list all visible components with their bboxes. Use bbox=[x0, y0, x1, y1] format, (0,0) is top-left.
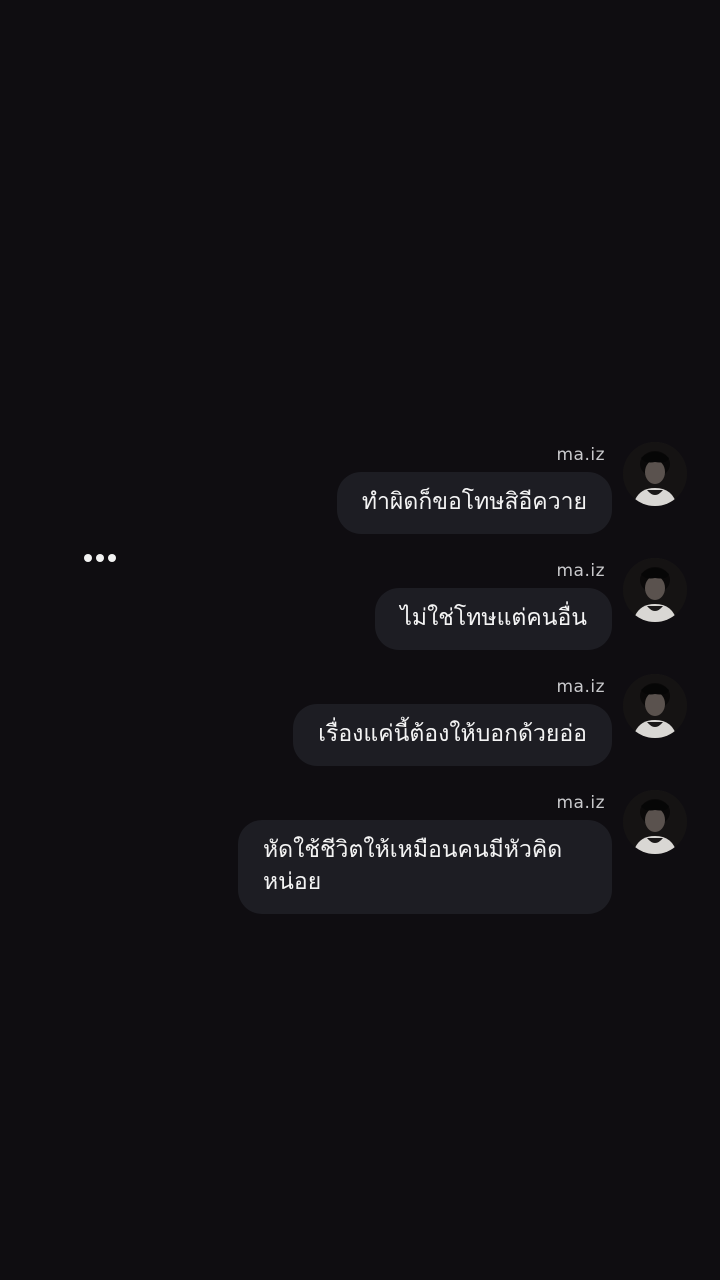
avatar-photo-icon bbox=[623, 442, 687, 506]
avatar-photo-icon bbox=[623, 790, 687, 854]
chat-message: ma.iz ไม่ใช่โทษแต่คนอื่น bbox=[0, 558, 720, 688]
sender-name: ma.iz bbox=[556, 445, 605, 465]
sender-name: ma.iz bbox=[556, 561, 605, 581]
avatar[interactable] bbox=[623, 558, 687, 622]
avatar-photo-icon bbox=[623, 674, 687, 738]
message-bubble[interactable]: หัดใช้ชีวิตให้เหมือนคนมีหัวคิดหน่อย bbox=[238, 820, 612, 914]
chat-message: ma.iz เรื่องแค่นี้ต้องให้บอกด้วยอ่อ bbox=[0, 674, 720, 804]
sender-name: ma.iz bbox=[556, 793, 605, 813]
avatar-photo-icon bbox=[623, 558, 687, 622]
avatar[interactable] bbox=[623, 442, 687, 506]
avatar[interactable] bbox=[623, 790, 687, 854]
avatar[interactable] bbox=[623, 674, 687, 738]
chat-message: ma.iz หัดใช้ชีวิตให้เหมือนคนมีหัวคิดหน่อ… bbox=[0, 790, 720, 930]
message-bubble[interactable]: ไม่ใช่โทษแต่คนอื่น bbox=[375, 588, 612, 650]
chat-message: ma.iz ทำผิดก็ขอโทษสิอีควาย bbox=[0, 442, 720, 572]
message-bubble[interactable]: ทำผิดก็ขอโทษสิอีควาย bbox=[336, 472, 612, 534]
sender-name: ma.iz bbox=[556, 677, 605, 697]
chat-screen: ma.iz ทำผิดก็ขอโทษสิอีควาย ma.iz ไม่ใช่โ… bbox=[0, 0, 720, 1280]
message-bubble[interactable]: เรื่องแค่นี้ต้องให้บอกด้วยอ่อ bbox=[293, 704, 612, 766]
